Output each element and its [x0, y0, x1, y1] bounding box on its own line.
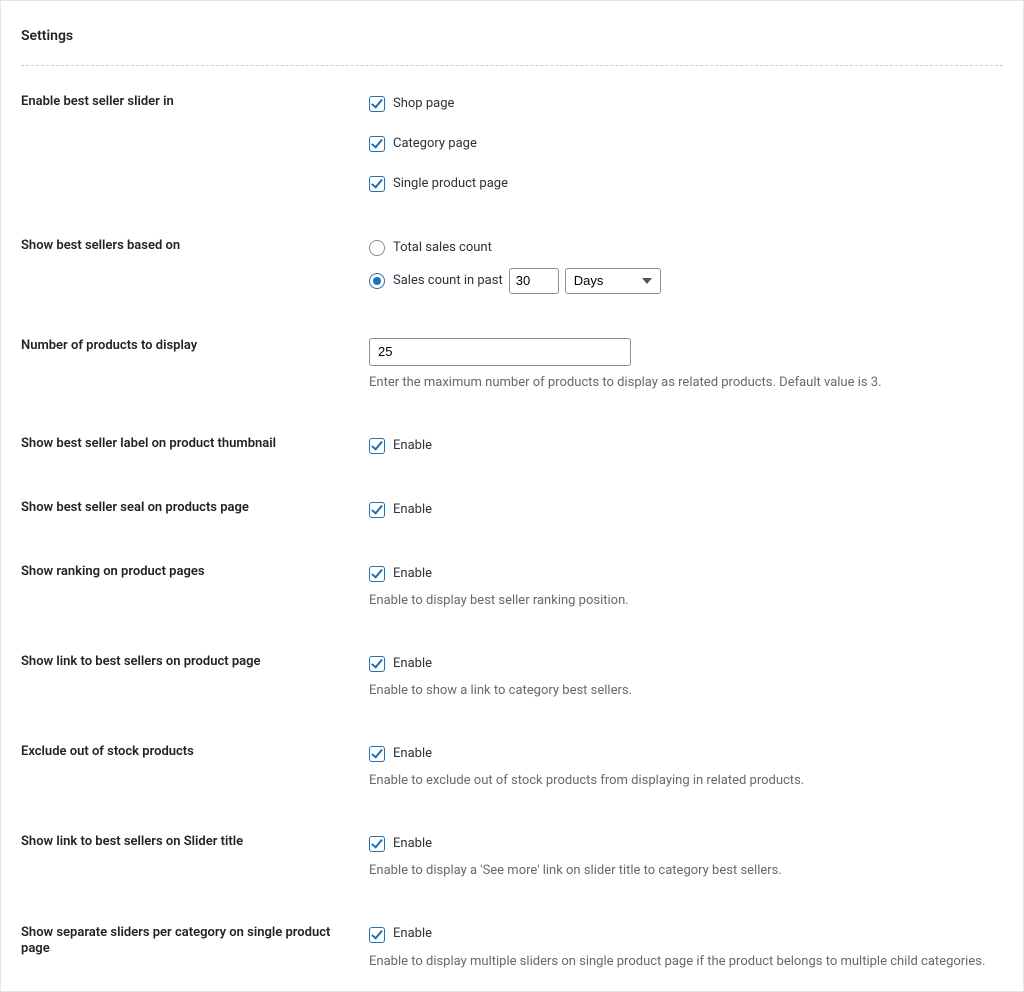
- desc-num-products: Enter the maximum number of products to …: [369, 374, 1003, 392]
- input-num-products[interactable]: [369, 338, 631, 366]
- desc-separate-sliders: Enable to display multiple sliders on si…: [369, 953, 1003, 971]
- label-enable-link-product[interactable]: Enable: [393, 655, 432, 673]
- checkbox-category-page[interactable]: [369, 136, 385, 152]
- checkbox-separate-sliders[interactable]: [369, 927, 385, 943]
- label-show-link-product: Show link to best sellers on product pag…: [21, 654, 369, 700]
- label-exclude-oos: Exclude out of stock products: [21, 744, 369, 790]
- checkbox-ranking[interactable]: [369, 566, 385, 582]
- label-enable-link-slider-title[interactable]: Enable: [393, 835, 432, 853]
- label-enable-slider-in: Enable best seller slider in: [21, 94, 369, 194]
- checkbox-exclude-oos[interactable]: [369, 746, 385, 762]
- label-show-seal-page: Show best seller seal on products page: [21, 500, 369, 520]
- checkbox-link-slider-title[interactable]: [369, 836, 385, 852]
- label-show-ranking: Show ranking on product pages: [21, 564, 369, 610]
- label-sales-past[interactable]: Sales count in past: [393, 272, 503, 290]
- radio-sales-past[interactable]: [369, 273, 385, 289]
- label-num-products: Number of products to display: [21, 338, 369, 392]
- radio-total-sales[interactable]: [369, 240, 385, 256]
- label-category-page[interactable]: Category page: [393, 135, 477, 153]
- label-single-product-page[interactable]: Single product page: [393, 175, 508, 193]
- label-show-based-on: Show best sellers based on: [21, 238, 369, 294]
- settings-panel: Settings Enable best seller slider in Sh…: [0, 0, 1024, 992]
- checkbox-seal-page[interactable]: [369, 502, 385, 518]
- checkbox-link-product[interactable]: [369, 656, 385, 672]
- label-enable-exclude-oos[interactable]: Enable: [393, 745, 432, 763]
- label-shop-page[interactable]: Shop page: [393, 95, 454, 113]
- label-enable-seal[interactable]: Enable: [393, 501, 432, 519]
- desc-exclude-oos: Enable to exclude out of stock products …: [369, 772, 1003, 790]
- select-past-unit[interactable]: Days: [565, 268, 661, 294]
- label-enable-separate-sliders[interactable]: Enable: [393, 925, 432, 943]
- checkbox-shop-page[interactable]: [369, 96, 385, 112]
- divider: [21, 65, 1003, 66]
- page-title: Settings: [21, 27, 1003, 47]
- label-total-sales[interactable]: Total sales count: [393, 239, 492, 257]
- label-enable-ranking[interactable]: Enable: [393, 565, 432, 583]
- label-enable-label-thumb[interactable]: Enable: [393, 437, 432, 455]
- desc-link-product: Enable to show a link to category best s…: [369, 682, 1003, 700]
- settings-form-table: Enable best seller slider in Shop page C…: [21, 94, 1003, 971]
- checkbox-single-product-page[interactable]: [369, 176, 385, 192]
- label-show-label-thumb: Show best seller label on product thumbn…: [21, 436, 369, 456]
- checkbox-label-thumb[interactable]: [369, 438, 385, 454]
- desc-ranking: Enable to display best seller ranking po…: [369, 592, 1003, 610]
- label-separate-sliders: Show separate sliders per category on si…: [21, 925, 369, 971]
- input-past-days[interactable]: [509, 268, 559, 294]
- label-show-link-slider-title: Show link to best sellers on Slider titl…: [21, 834, 369, 880]
